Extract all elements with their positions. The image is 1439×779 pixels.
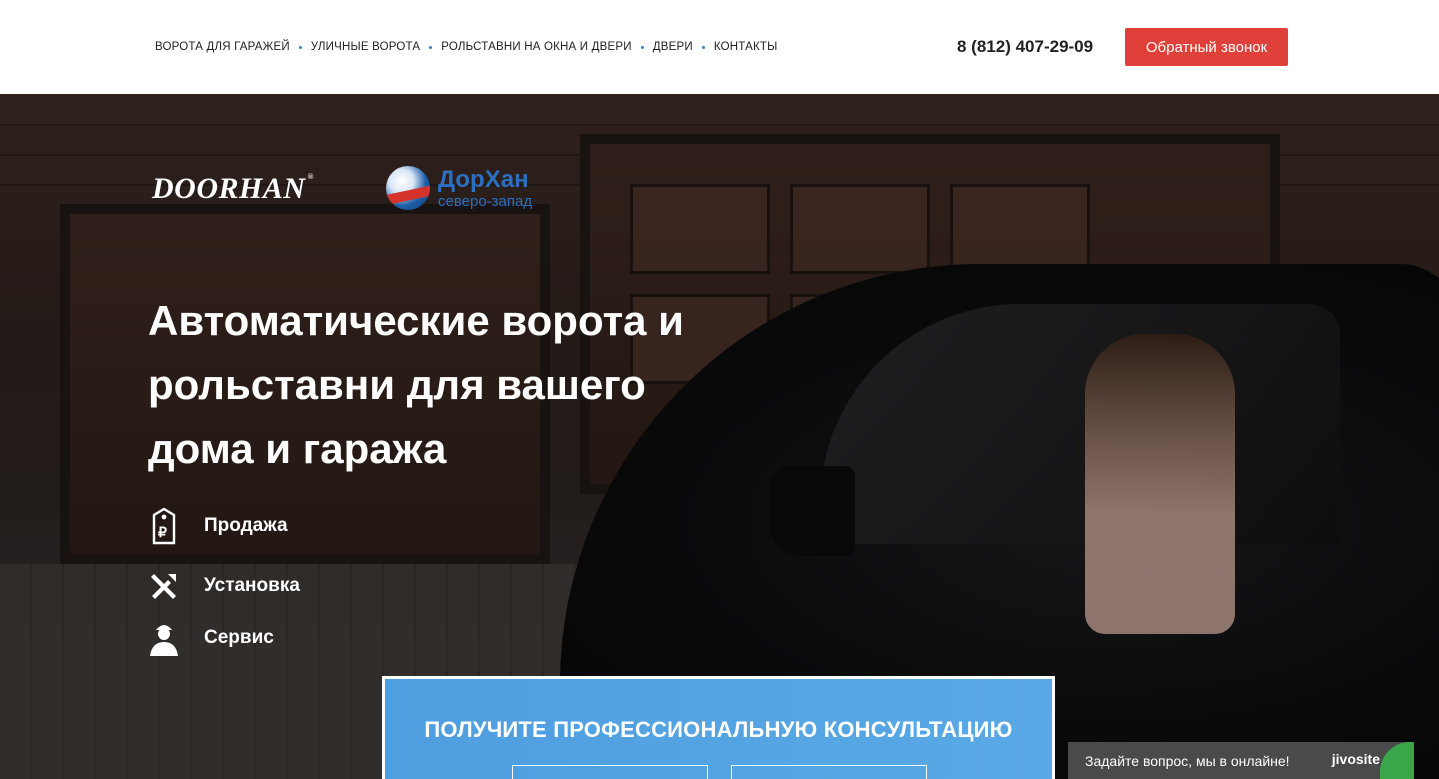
nav-item-street-gates[interactable]: УЛИЧНЫЕ ВОРОТА xyxy=(311,41,420,53)
tools-icon xyxy=(148,568,180,604)
nav-item-doors[interactable]: ДВЕРИ xyxy=(653,41,693,53)
feature-install: Установка xyxy=(148,568,300,604)
headline-line-3: дома и гаража xyxy=(148,425,447,472)
doorhan-logo-text: DOORHAN xyxy=(152,172,306,205)
consultation-form: ПОЛУЧИТЕ ПРОФЕССИОНАЛЬНУЮ КОНСУЛЬТАЦИЮ xyxy=(382,676,1055,779)
registered-mark: ® xyxy=(307,172,314,181)
worker-icon xyxy=(148,620,180,656)
top-bar: ВОРОТА ДЛЯ ГАРАЖЕЙ УЛИЧНЫЕ ВОРОТА РОЛЬСТ… xyxy=(0,0,1439,94)
feature-service-label: Сервис xyxy=(204,627,274,648)
doorhan-logo: DOORHAN ® xyxy=(152,172,314,206)
consultation-title: ПОЛУЧИТЕ ПРОФЕССИОНАЛЬНУЮ КОНСУЛЬТАЦИЮ xyxy=(424,717,1013,742)
price-tag-icon: ₽ xyxy=(148,507,180,545)
nav-separator xyxy=(298,45,302,49)
chat-widget[interactable]: Задайте вопрос, мы в онлайне! jivosite xyxy=(1068,742,1414,779)
chat-leaf-icon xyxy=(1380,742,1414,779)
callback-button[interactable]: Обратный звонок xyxy=(1125,28,1288,66)
dorhan-logo-sub: северо-запад xyxy=(438,192,533,210)
nav-item-garage-gates[interactable]: ВОРОТА ДЛЯ ГАРАЖЕЙ xyxy=(155,41,290,53)
dorhan-globe-icon xyxy=(386,166,430,210)
main-nav: ВОРОТА ДЛЯ ГАРАЖЕЙ УЛИЧНЫЕ ВОРОТА РОЛЬСТ… xyxy=(155,41,777,53)
hero-headline: Автоматические ворота и рольставни для в… xyxy=(148,289,748,481)
feature-sale: ₽ Продажа xyxy=(148,507,288,545)
headline-line-1: Автоматические ворота и xyxy=(148,297,684,344)
headline-line-2: рольставни для вашего xyxy=(148,361,646,408)
phone-number[interactable]: 8 (812) 407-29-09 xyxy=(957,37,1093,57)
dorhan-logo-text: ДорХан северо-запад xyxy=(438,165,533,210)
phone-field[interactable] xyxy=(731,765,927,779)
nav-item-contacts[interactable]: КОНТАКТЫ xyxy=(714,41,778,53)
dorhan-logo-name: ДорХан xyxy=(438,165,529,193)
dorhan-nw-logo: ДорХан северо-запад xyxy=(386,166,532,210)
hero-section: DOORHAN ® ДорХан северо-запад Автоматичес… xyxy=(0,94,1439,779)
feature-sale-label: Продажа xyxy=(204,515,288,536)
chat-label: Задайте вопрос, мы в онлайне! xyxy=(1085,752,1290,769)
nav-separator xyxy=(701,45,705,49)
nav-separator xyxy=(640,45,644,49)
svg-text:₽: ₽ xyxy=(158,524,167,540)
nav-item-shutters[interactable]: РОЛЬСТАВНИ НА ОКНА И ДВЕРИ xyxy=(441,41,631,53)
name-field[interactable] xyxy=(512,765,708,779)
feature-install-label: Установка xyxy=(204,575,300,596)
chat-brand: jivosite xyxy=(1331,751,1380,767)
feature-service: Сервис xyxy=(148,620,274,656)
nav-separator xyxy=(429,45,433,49)
